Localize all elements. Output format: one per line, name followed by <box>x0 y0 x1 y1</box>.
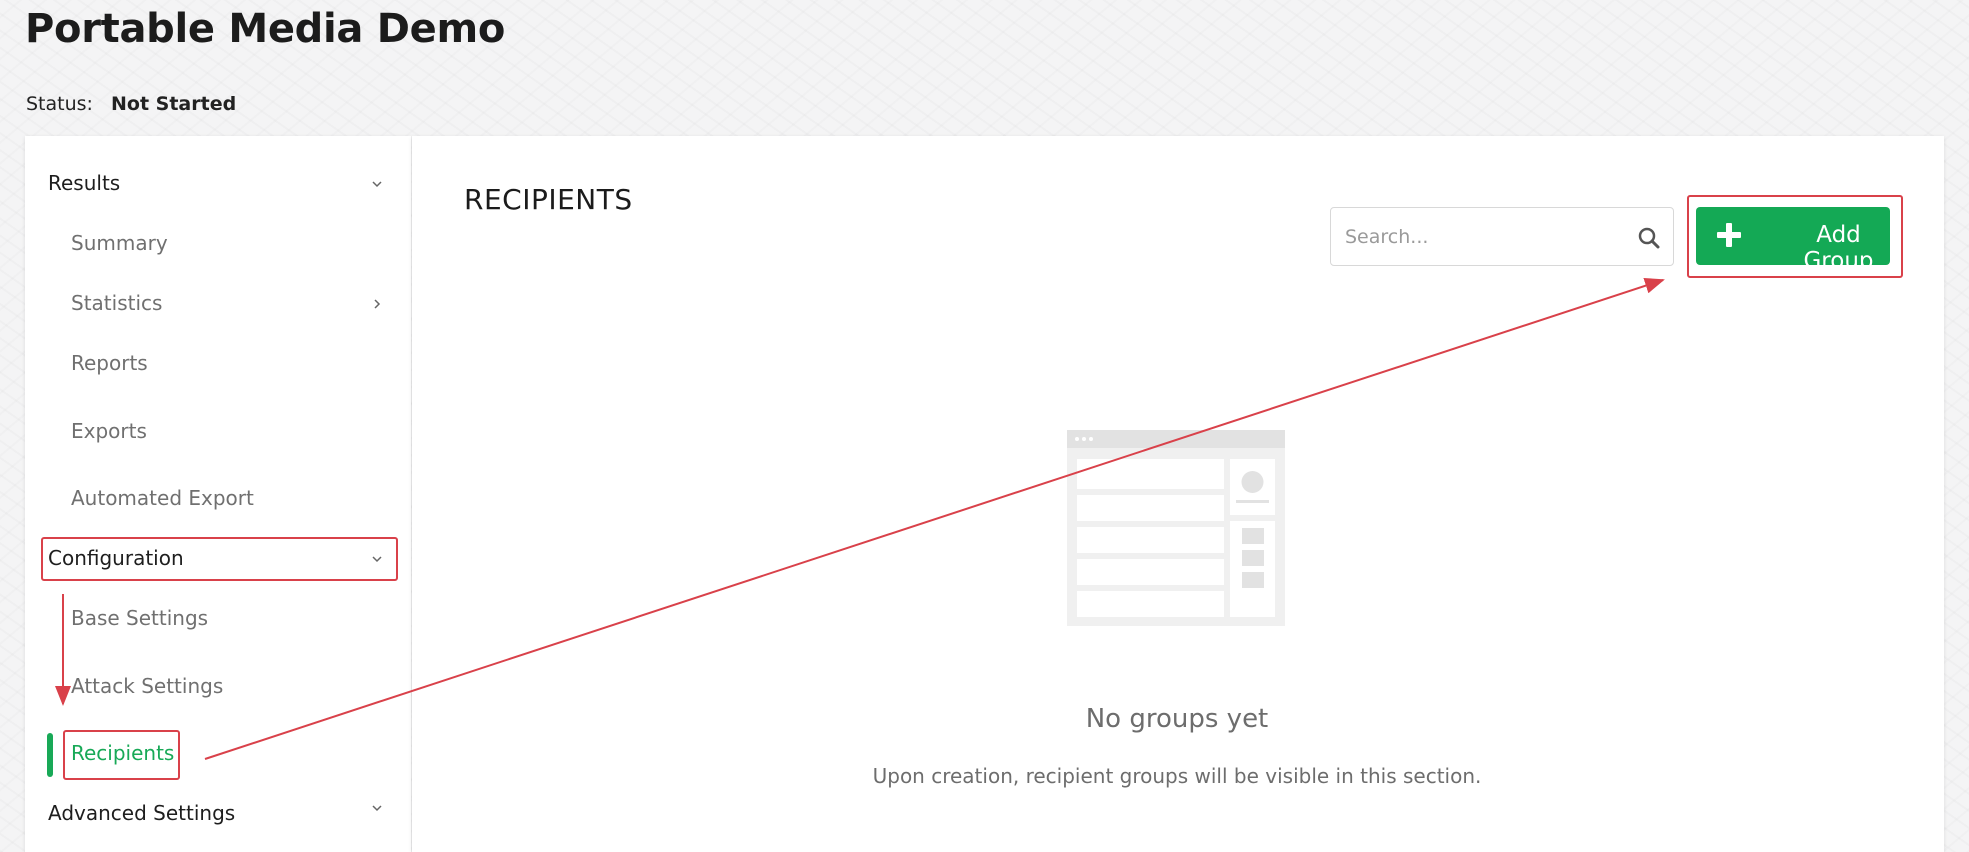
section-title: RECIPIENTS <box>464 183 633 216</box>
sidebar-item-exports[interactable]: Exports <box>71 419 147 443</box>
status-value: Not Started <box>111 93 237 115</box>
sidebar-section-configuration[interactable]: Configuration <box>48 546 184 570</box>
add-group-button[interactable]: Add Group <box>1696 207 1890 274</box>
search-icon[interactable] <box>1637 226 1661 250</box>
search-input[interactable] <box>1331 208 1621 265</box>
chevron-down-icon[interactable] <box>370 801 384 815</box>
chevron-right-icon[interactable] <box>370 297 384 311</box>
sidebar-item-summary[interactable]: Summary <box>71 231 168 255</box>
chevron-down-icon[interactable] <box>370 552 384 566</box>
sidebar-section-advanced-settings[interactable]: Advanced Settings <box>48 801 235 825</box>
search-box[interactable] <box>1330 207 1674 266</box>
empty-state-description: Upon creation, recipient groups will be … <box>872 764 1482 788</box>
sidebar-section-results[interactable]: Results <box>48 171 120 195</box>
status-line: Status: Not Started <box>26 93 236 115</box>
active-indicator <box>47 733 53 777</box>
plus-icon <box>1717 223 1741 247</box>
add-group-label: Add Group <box>1803 222 1874 274</box>
empty-state-illustration <box>1067 430 1285 626</box>
sidebar-item-automated-export[interactable]: Automated Export <box>71 486 254 510</box>
page-title: Portable Media Demo <box>25 6 506 52</box>
chevron-down-icon[interactable] <box>370 177 384 191</box>
sidebar-item-recipients[interactable]: Recipients <box>71 741 174 765</box>
sidebar-item-base-settings[interactable]: Base Settings <box>71 606 208 630</box>
sidebar-item-reports[interactable]: Reports <box>71 351 148 375</box>
empty-state-title: No groups yet <box>1085 704 1269 734</box>
status-label: Status: <box>26 93 93 115</box>
sidebar-item-attack-settings[interactable]: Attack Settings <box>71 674 223 698</box>
sidebar-item-statistics[interactable]: Statistics <box>71 291 162 315</box>
